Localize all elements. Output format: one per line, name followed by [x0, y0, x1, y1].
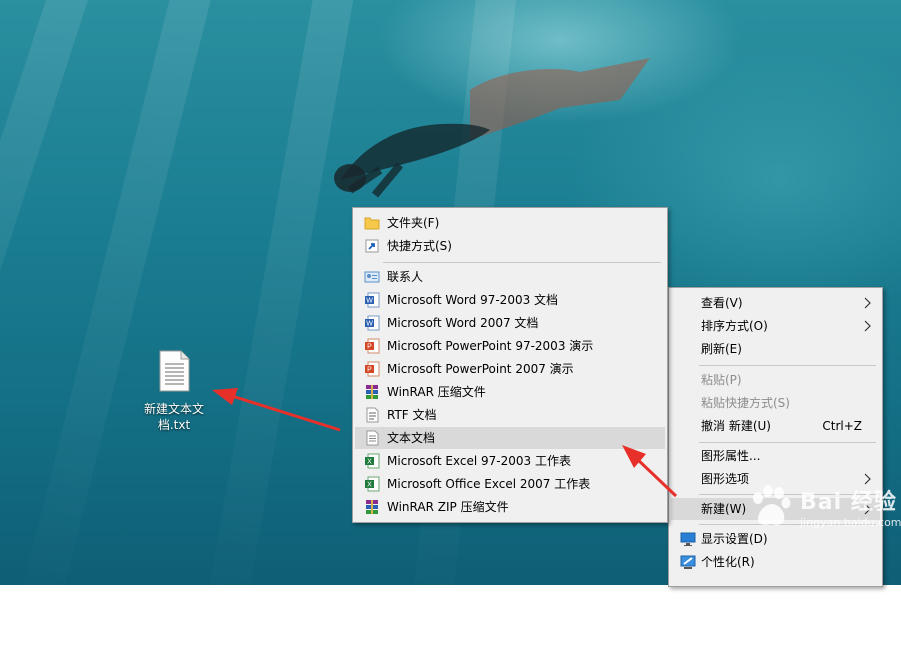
desktop-file-label: 新建文本文档.txt — [143, 402, 204, 432]
text-document-icon — [366, 430, 379, 446]
rtf-icon — [366, 407, 379, 423]
excel-icon: X — [365, 453, 380, 469]
menu-item-view[interactable]: 查看(V) — [671, 292, 880, 314]
excel-icon: X — [365, 476, 380, 492]
text-file-icon — [159, 350, 190, 392]
menu-item-paste-shortcut: 粘贴快捷方式(S) — [701, 396, 790, 410]
personalize-icon — [680, 555, 696, 569]
word-icon: W — [365, 315, 380, 331]
word-icon: W — [365, 292, 380, 308]
desktop-file-icon[interactable]: 新建文本文档.txt — [138, 350, 210, 433]
new-text-document-item[interactable]: 文本文档 — [355, 427, 665, 449]
desktop-context-menu: 查看(V) 排序方式(O) 刷新(E) 粘贴(P) 粘贴快捷方式(S) 撤消 新… — [668, 287, 883, 587]
menu-item-sort[interactable]: 排序方式(O) — [671, 315, 880, 337]
powerpoint-icon: P — [365, 361, 380, 377]
menu-item-refresh[interactable]: 刷新(E) — [671, 338, 880, 360]
new-word-2007-item[interactable]: W Microsoft Word 2007 文档 — [355, 312, 665, 334]
svg-text:W: W — [366, 298, 373, 305]
new-word-97-item[interactable]: W Microsoft Word 97-2003 文档 — [355, 289, 665, 311]
winrar-zip-icon — [366, 500, 378, 514]
shortcut-icon — [365, 239, 379, 253]
contact-icon — [364, 271, 380, 283]
menu-item-personalize[interactable]: 个性化(R) — [671, 551, 880, 573]
menu-separator — [699, 442, 876, 443]
svg-text:X: X — [367, 482, 372, 489]
new-shortcut-item[interactable]: 快捷方式(S) — [355, 235, 665, 257]
new-winrar-zip-item[interactable]: WinRAR ZIP 压缩文件 — [355, 496, 665, 518]
new-excel-97-item[interactable]: X Microsoft Excel 97-2003 工作表 — [355, 450, 665, 472]
svg-text:X: X — [367, 459, 372, 466]
menu-item-paste: 粘贴(P) — [701, 373, 742, 387]
shortcut-text: Ctrl+Z — [822, 419, 862, 433]
menu-separator — [699, 365, 876, 366]
new-submenu: 文件夹(F) 快捷方式(S) 联系人 W Microsoft Word 97-2… — [352, 207, 668, 523]
chevron-right-icon — [864, 297, 871, 309]
baidu-paw-icon — [753, 485, 791, 525]
baidu-jingyan-watermark: Bai 经验 jingyan.baidu.com — [748, 484, 901, 532]
svg-text:P: P — [367, 344, 372, 351]
chevron-right-icon — [864, 320, 871, 332]
menu-item-graphics-properties[interactable]: 图形属性... — [671, 445, 880, 467]
diver-image — [334, 58, 650, 198]
new-powerpoint-97-item[interactable]: P Microsoft PowerPoint 97-2003 演示 — [355, 335, 665, 357]
svg-text:P: P — [367, 367, 372, 374]
display-icon — [680, 532, 696, 546]
new-folder-item[interactable]: 文件夹(F) — [355, 212, 665, 234]
new-powerpoint-2007-item[interactable]: P Microsoft PowerPoint 2007 演示 — [355, 358, 665, 380]
winrar-icon — [366, 385, 378, 399]
menu-item-undo-new[interactable]: 撤消 新建(U) Ctrl+Z — [671, 415, 880, 437]
new-excel-2007-item[interactable]: X Microsoft Office Excel 2007 工作表 — [355, 473, 665, 495]
new-winrar-item[interactable]: WinRAR 压缩文件 — [355, 381, 665, 403]
svg-text:W: W — [366, 321, 373, 328]
watermark-brand: Bai 经验 — [800, 490, 897, 515]
watermark-url: jingyan.baidu.com — [800, 516, 901, 529]
powerpoint-icon: P — [365, 338, 380, 354]
menu-separator — [383, 262, 661, 263]
new-rtf-item[interactable]: RTF 文档 — [355, 404, 665, 426]
new-contact-item[interactable]: 联系人 — [355, 266, 665, 288]
folder-icon — [364, 217, 380, 230]
